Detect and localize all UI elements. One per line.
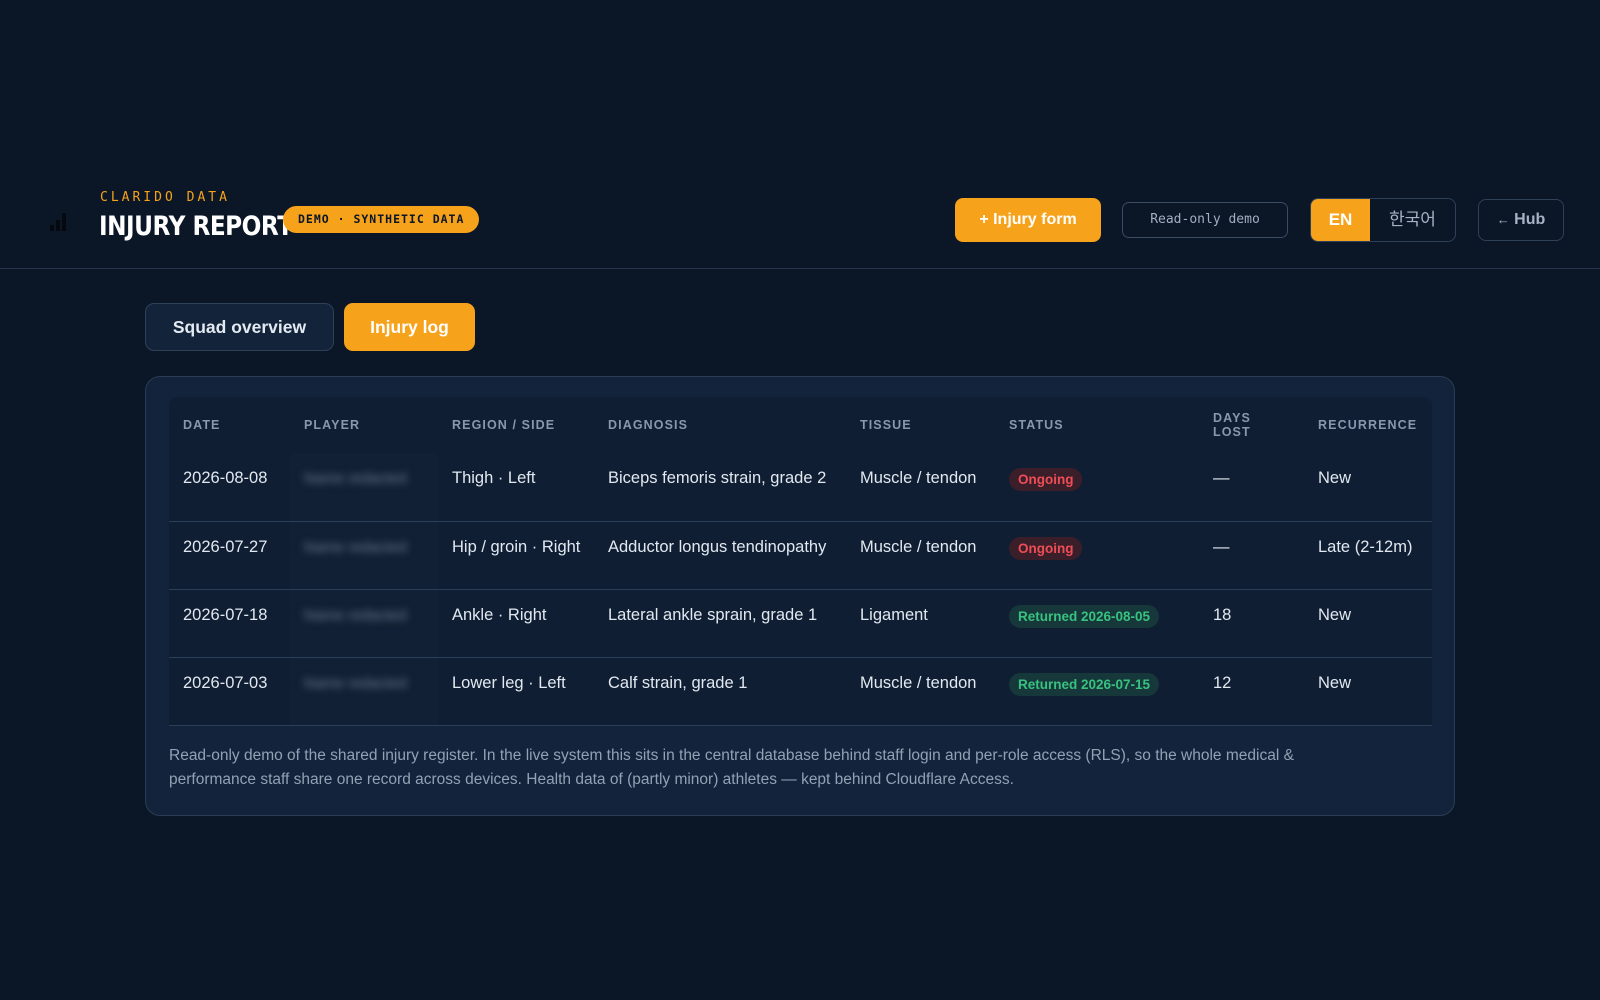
cell-date: 2026-07-27 xyxy=(169,521,290,590)
cell-recurrence: New xyxy=(1304,453,1432,522)
column-header-recurrence[interactable]: RECURRENCE xyxy=(1304,397,1432,453)
cell-player: Name redacted xyxy=(290,453,438,522)
table-row[interactable]: 2026-07-03 Name redacted Lower leg · Lef… xyxy=(169,657,1432,726)
footnote-text: Read-only demo of the shared injury regi… xyxy=(169,747,1294,788)
cell-tissue: Muscle / tendon xyxy=(846,521,995,590)
status-badge: Returned 2026-08-05 xyxy=(1009,604,1160,628)
cell-days-lost: 18 xyxy=(1199,589,1304,658)
status-badge: Ongoing xyxy=(1009,468,1083,491)
cell-status: Ongoing xyxy=(995,453,1199,522)
column-header-date[interactable]: DATE xyxy=(169,397,290,453)
tab-injury-log[interactable]: Injury log xyxy=(344,303,475,351)
table-row[interactable]: 2026-08-08 Name redacted Thigh · Left Bi… xyxy=(169,453,1432,522)
injury-form-button[interactable]: + Injury form xyxy=(955,198,1101,242)
bar-chart-icon xyxy=(50,213,70,231)
cell-status: Returned 2026-07-15 xyxy=(995,657,1199,726)
column-header-region[interactable]: REGION / SIDE xyxy=(438,397,594,453)
cell-date: 2026-07-18 xyxy=(169,589,290,658)
status-badge: Returned 2026-07-15 xyxy=(1009,672,1160,696)
cell-recurrence: Late (2-12m) xyxy=(1304,521,1432,590)
table-header-row: DATE PLAYER REGION / SIDE DIAGNOSIS TISS… xyxy=(169,397,1432,453)
cell-recurrence: New xyxy=(1304,657,1432,726)
brand-eyebrow: CLARIDO DATA xyxy=(100,190,230,205)
cell-days-lost: — xyxy=(1199,521,1304,590)
injury-table: DATE PLAYER REGION / SIDE DIAGNOSIS TISS… xyxy=(169,397,1432,726)
injury-log-card: DATE PLAYER REGION / SIDE DIAGNOSIS TISS… xyxy=(145,376,1455,816)
column-header-status[interactable]: STATUS xyxy=(995,397,1199,453)
lang-ko-button[interactable]: 한국어 xyxy=(1370,199,1455,241)
table-row[interactable]: 2026-07-18 Name redacted Ankle · Right L… xyxy=(169,589,1432,658)
cell-date: 2026-07-03 xyxy=(169,657,290,726)
column-header-player[interactable]: PLAYER xyxy=(290,397,438,453)
cell-tissue: Muscle / tendon xyxy=(846,453,995,522)
cell-date: 2026-08-08 xyxy=(169,453,290,522)
redacted-player-name: Name redacted xyxy=(304,538,407,556)
hub-button[interactable]: ← Hub xyxy=(1478,199,1564,241)
hub-label: Hub xyxy=(1514,211,1546,228)
redacted-player-name: Name redacted xyxy=(304,674,407,692)
language-toggle: EN 한국어 xyxy=(1310,198,1456,242)
status-badge: Ongoing xyxy=(1009,536,1083,560)
cell-status: Ongoing xyxy=(995,521,1199,590)
cell-diagnosis: Adductor longus tendinopathy xyxy=(594,521,846,590)
redacted-player-name: Name redacted xyxy=(304,606,407,624)
column-header-days-lost[interactable]: DAYS LOST xyxy=(1199,397,1304,453)
redacted-player-name: Name redacted xyxy=(304,470,407,487)
lang-en-button[interactable]: EN xyxy=(1311,199,1370,241)
cell-status: Returned 2026-08-05 xyxy=(995,589,1199,658)
tab-squad-overview[interactable]: Squad overview xyxy=(145,303,334,351)
cell-diagnosis: Lateral ankle sprain, grade 1 xyxy=(594,589,846,658)
cell-diagnosis: Biceps femoris strain, grade 2 xyxy=(594,453,846,522)
cell-region: Thigh · Left xyxy=(438,453,594,522)
column-header-diagnosis[interactable]: DIAGNOSIS xyxy=(594,397,846,453)
cell-region: Hip / groin · Right xyxy=(438,521,594,590)
demo-badge: DEMO · SYNTHETIC DATA xyxy=(283,206,480,233)
cell-player: Name redacted xyxy=(290,521,438,590)
cell-days-lost: 12 xyxy=(1199,657,1304,726)
cell-region: Lower leg · Left xyxy=(438,657,594,726)
cell-player: Name redacted xyxy=(290,657,438,726)
injury-table-wrapper: DATE PLAYER REGION / SIDE DIAGNOSIS TISS… xyxy=(169,397,1432,726)
table-row[interactable]: 2026-07-27 Name redacted Hip / groin · R… xyxy=(169,521,1432,590)
cell-recurrence: New xyxy=(1304,589,1432,658)
page-title: INJURY REPORT xyxy=(99,211,293,242)
cell-tissue: Ligament xyxy=(846,589,995,658)
cell-region: Ankle · Right xyxy=(438,589,594,658)
cell-tissue: Muscle / tendon xyxy=(846,657,995,726)
cell-diagnosis: Calf strain, grade 1 xyxy=(594,657,846,726)
column-header-tissue[interactable]: TISSUE xyxy=(846,397,995,453)
arrow-left-icon: ← xyxy=(1496,212,1510,227)
cell-days-lost: — xyxy=(1199,453,1304,522)
cell-player: Name redacted xyxy=(290,589,438,658)
read-only-chip: Read-only demo xyxy=(1122,202,1288,238)
app-header: CLARIDO DATA INJURY REPORT DEMO · SYNTHE… xyxy=(0,175,1600,269)
